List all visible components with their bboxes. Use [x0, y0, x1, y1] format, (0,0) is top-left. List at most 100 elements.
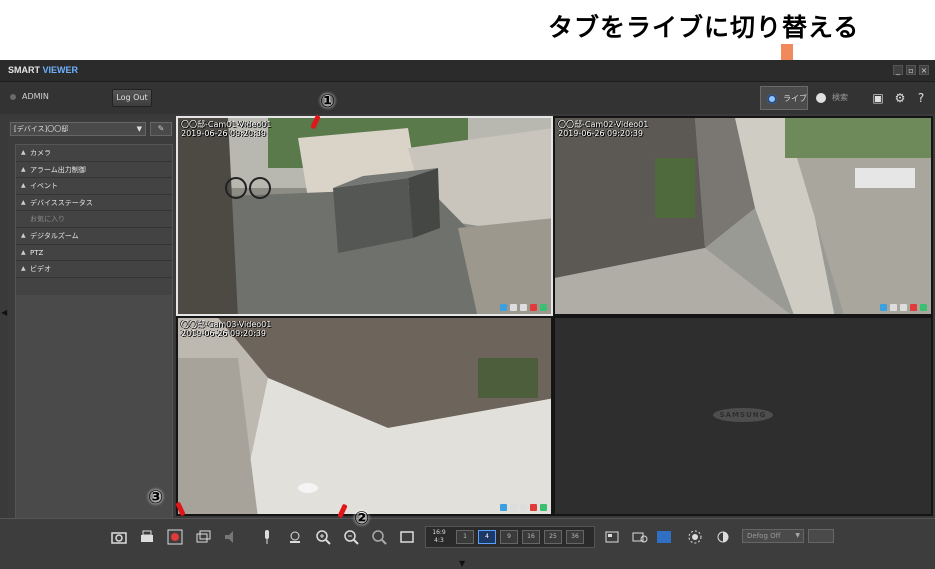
- layout-9-button[interactable]: 9: [500, 530, 518, 544]
- sidebar-item-alarm-output[interactable]: ▲ アラーム出力制御: [16, 162, 172, 179]
- sidebar-item-label: デジタルズーム: [30, 231, 79, 240]
- cam01-feed: [178, 118, 551, 314]
- sidebar-empty-area: [16, 295, 172, 519]
- video-tile-cam03[interactable]: 〇〇邸-Cam03-Video01 2019-06-26 09:20:39: [176, 316, 553, 516]
- sidebar-item-label: デバイスステータス: [30, 198, 93, 207]
- annotation-text: タブをライブに切り替える: [548, 13, 860, 42]
- expand-icon: ▲: [21, 182, 26, 190]
- cam01-name: 〇〇邸-Cam01-Video01: [181, 120, 272, 129]
- sidebar-item-video[interactable]: ▲ ビデオ: [16, 261, 172, 278]
- device-select-value: [デバイス]〇〇邸: [14, 125, 69, 133]
- expand-icon: ▲: [21, 165, 26, 173]
- zoom-reset-icon[interactable]: [370, 528, 388, 546]
- layout-16-button[interactable]: 16: [522, 530, 540, 544]
- defog-value: Defog Off: [747, 532, 781, 540]
- samsung-logo: SAMSUNG: [713, 408, 773, 422]
- minimize-button[interactable]: _: [893, 65, 903, 75]
- fullscreen-icon[interactable]: [398, 528, 416, 546]
- callout-1: ①: [320, 91, 336, 112]
- brightness-icon[interactable]: [686, 528, 704, 546]
- sidebar-item-ptz[interactable]: ▲ PTZ: [16, 245, 172, 262]
- chevron-down-icon: ▼: [136, 125, 142, 133]
- sidebar-item-label: イベント: [30, 182, 58, 191]
- header-bar: ADMIN Log Out ライブ 検索 ▣ ⚙ ?: [0, 82, 935, 114]
- cam02-feed: [555, 118, 931, 314]
- bottom-toolbar: 16:9 4:3 1 4 9 16 25 36 Defog Off ▼ ▼: [0, 518, 935, 569]
- ptz-home-icon[interactable]: [286, 528, 304, 546]
- tab-search[interactable]: 検索: [810, 86, 860, 110]
- expand-icon: ▲: [21, 248, 26, 256]
- user-name: ADMIN: [22, 92, 49, 101]
- video-tile-empty[interactable]: SAMSUNG: [553, 316, 933, 516]
- search-tab-icon: [816, 93, 826, 103]
- fit-screen-icon[interactable]: [655, 528, 673, 546]
- layout-icon[interactable]: ▣: [870, 90, 886, 106]
- cam01-label: 〇〇邸-Cam01-Video01 2019-06-26 09:20:39: [181, 120, 271, 138]
- cam02-time: 2019-06-26 09:20:39: [558, 129, 643, 138]
- collapse-left-icon[interactable]: ◀: [1, 308, 7, 317]
- zoom-in-icon[interactable]: [314, 528, 332, 546]
- sidebar-item-favorites[interactable]: お気に入り: [16, 211, 172, 228]
- defog-level-stepper[interactable]: [808, 529, 834, 543]
- callout-3: ③: [148, 487, 164, 508]
- microphone-icon[interactable]: [258, 528, 276, 546]
- help-icon[interactable]: ?: [913, 90, 929, 106]
- sidebar-panel: ▲ カメラ ▲ アラーム出力制御 ▲ イベント ▲ デバイスステータス お気に入り ▲ デ…: [15, 144, 173, 520]
- expand-icon: ▲: [21, 198, 26, 206]
- defog-select[interactable]: Defog Off ▼: [742, 529, 804, 543]
- app-title-smart: SMART: [8, 65, 43, 75]
- ratio-16-9: 16:9: [432, 529, 446, 536]
- cam03-time: 2019-06-26 09:20:39: [181, 329, 266, 338]
- logout-button[interactable]: Log Out: [112, 89, 152, 107]
- cam02-label: 〇〇邸-Cam02-Video01 2019-06-26 09:20:39: [558, 120, 648, 138]
- gear-icon[interactable]: ⚙: [892, 90, 908, 106]
- display-mode-icon[interactable]: [603, 528, 621, 546]
- video-tile-cam02[interactable]: 〇〇邸-Cam02-Video01 2019-06-26 09:20:39: [553, 116, 933, 316]
- cam01-osd-icons: [500, 304, 547, 311]
- record-icon[interactable]: [166, 528, 184, 546]
- video-tile-cam01[interactable]: 〇〇邸-Cam01-Video01 2019-06-26 09:20:39: [176, 116, 553, 316]
- close-button[interactable]: ×: [919, 65, 929, 75]
- collapse-down-icon[interactable]: ▼: [459, 559, 465, 568]
- sidebar-item-label: PTZ: [30, 248, 44, 257]
- sidebar-item-device-status[interactable]: ▲ デバイスステータス: [16, 195, 172, 212]
- print-icon[interactable]: [138, 528, 156, 546]
- contrast-icon[interactable]: [714, 528, 732, 546]
- app-title-viewer: VIEWER: [42, 65, 79, 75]
- title-bar: SMART VIEWER _ ▫ ×: [0, 60, 935, 82]
- sidebar-item-event[interactable]: ▲ イベント: [16, 178, 172, 195]
- aspect-ratio-toggle[interactable]: 16:9 4:3: [429, 529, 449, 545]
- sidebar-item-label: お気に入り: [30, 215, 65, 224]
- speaker-icon[interactable]: [222, 528, 240, 546]
- sidebar-item-digital-zoom[interactable]: ▲ デジタルズーム: [16, 228, 172, 245]
- expand-icon: ▲: [21, 231, 26, 239]
- tab-live[interactable]: ライブ: [760, 86, 808, 110]
- ratio-4-3: 4:3: [434, 537, 444, 544]
- layout-36-button[interactable]: 36: [566, 530, 584, 544]
- cam03-feed: [178, 318, 551, 514]
- cam02-name: 〇〇邸-Cam02-Video01: [558, 120, 649, 129]
- layout-1-button[interactable]: 1: [456, 530, 474, 544]
- layout-4-button[interactable]: 4: [478, 530, 496, 544]
- sidebar-item-label: カメラ: [30, 149, 51, 157]
- sidebar-item-label: アラーム出力制御: [30, 165, 86, 174]
- layout-25-button[interactable]: 25: [544, 530, 562, 544]
- sidebar: [デバイス]〇〇邸 ▼ ✎ ▲ カメラ ▲ アラーム出力制御 ▲ イベント ▲ デバイス…: [8, 120, 174, 520]
- cam02-osd-icons: [880, 304, 927, 311]
- pin-icon[interactable]: ✎: [150, 122, 172, 136]
- live-icon: [767, 94, 777, 104]
- user-area: ADMIN: [10, 92, 49, 101]
- sequence-icon[interactable]: [631, 528, 649, 546]
- chevron-down-icon: ▼: [795, 532, 800, 539]
- cam03-osd-icons: [500, 504, 547, 511]
- device-select[interactable]: [デバイス]〇〇邸 ▼: [10, 122, 146, 136]
- sidebar-item-label: ビデオ: [30, 265, 51, 274]
- restore-button[interactable]: ▫: [906, 65, 916, 75]
- layout-selector: 16:9 4:3 1 4 9 16 25 36: [425, 526, 595, 548]
- cam03-label: 〇〇邸-Cam03-Video01 2019-06-26 09:20:39: [181, 320, 271, 338]
- sidebar-item-camera[interactable]: ▲ カメラ: [16, 145, 172, 162]
- zoom-out-icon[interactable]: [342, 528, 360, 546]
- snapshot-icon[interactable]: [110, 528, 128, 546]
- playback-icon[interactable]: [194, 528, 212, 546]
- cam03-name: 〇〇邸-Cam03-Video01: [181, 320, 272, 329]
